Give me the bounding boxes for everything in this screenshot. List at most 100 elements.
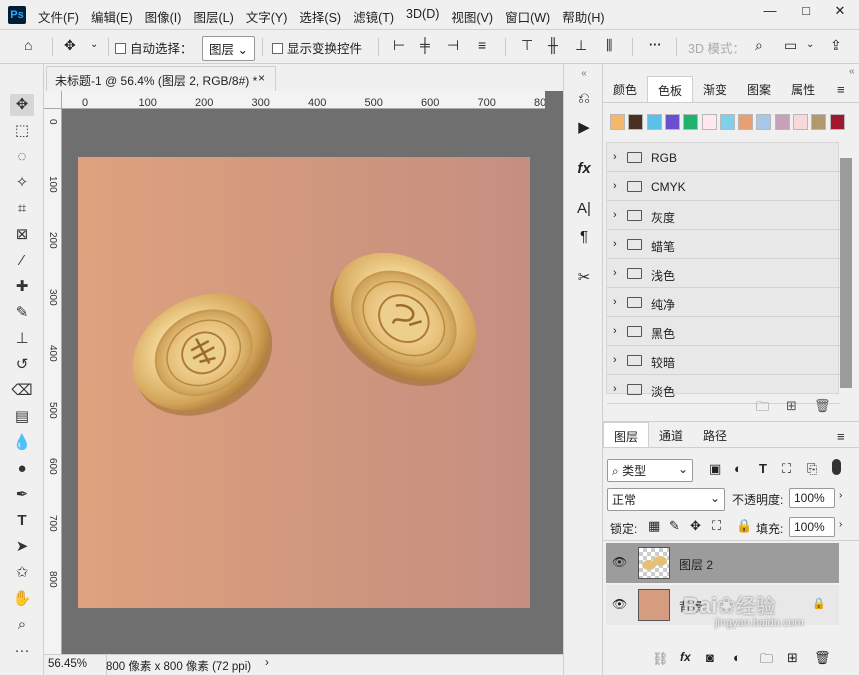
chevron-down-icon[interactable]: ⌄ (90, 39, 98, 50)
share-icon[interactable]: ⇪ (830, 38, 842, 52)
chevron-right-icon[interactable]: › (839, 490, 842, 501)
more-options-button[interactable]: ··· (649, 38, 662, 52)
history-panel-icon[interactable]: ⎌ (572, 90, 596, 107)
menu-item[interactable]: 图像(I) (145, 7, 182, 26)
collapse-panel-icon[interactable]: « (572, 68, 596, 79)
distribute-vertical-icon[interactable]: ⫼ (606, 38, 612, 52)
menu-item[interactable]: 3D(D) (406, 7, 439, 26)
color-swatch[interactable] (646, 114, 662, 130)
frame-tool-icon[interactable]: ⊠ (10, 224, 34, 246)
chevron-right-icon[interactable]: › (613, 151, 617, 163)
opacity-field[interactable]: 100% (789, 488, 835, 508)
menu-item[interactable]: 编辑(E) (91, 7, 133, 26)
minimize-button[interactable]: — (753, 0, 787, 22)
panel-menu-icon[interactable]: ≡ (837, 82, 845, 97)
menu-item[interactable]: 窗口(W) (505, 7, 550, 26)
zoom-tool-icon[interactable]: ⌕ (10, 614, 34, 636)
filter-pixel-icon[interactable]: ▣ (709, 461, 721, 477)
checkbox-icon[interactable] (272, 43, 283, 54)
layers-menu-icon[interactable]: ≡ (837, 429, 845, 444)
link-layers-icon[interactable]: ⛓ (652, 651, 669, 667)
menu-item[interactable]: 视图(V) (451, 7, 493, 26)
new-group-icon[interactable]: 🗀 (760, 650, 773, 672)
swatch-group-row[interactable]: › 黑色 (607, 317, 840, 346)
workspace-icon[interactable]: ▭ (784, 38, 797, 52)
layer-style-fx-icon[interactable]: fx (680, 650, 691, 664)
color-swatch[interactable] (628, 114, 644, 130)
add-mask-icon[interactable]: ◙ (706, 650, 714, 665)
gradient-tool-icon[interactable]: ▤ (10, 406, 34, 428)
shape-tool-icon[interactable]: ✩ (10, 562, 34, 584)
panel-tab[interactable]: 路径 (693, 422, 737, 447)
new-swatch-icon[interactable]: ⊞ (786, 398, 797, 414)
new-group-folder-icon[interactable]: 🗀 (756, 398, 769, 420)
blur-tool-icon[interactable]: 💧 (10, 432, 34, 454)
document-tab[interactable]: 未标题-1 @ 56.4% (图层 2, RGB/8#) * (46, 66, 276, 91)
styles-fx-icon[interactable]: fx (572, 160, 596, 177)
search-icon[interactable]: ⌕ (755, 38, 763, 52)
checkbox-icon[interactable] (115, 43, 126, 54)
chevron-right-icon[interactable]: › (613, 209, 617, 221)
layer-row-layer2[interactable]: 👁 图层 2 (606, 543, 839, 583)
color-swatch[interactable] (811, 114, 827, 130)
chevron-right-icon[interactable]: › (613, 180, 617, 192)
lock-artboard-icon[interactable]: ⛶ (712, 518, 721, 534)
color-swatch[interactable] (664, 114, 680, 130)
document-canvas[interactable] (78, 157, 530, 608)
color-swatch[interactable] (793, 114, 808, 130)
chevron-right-icon[interactable]: › (613, 238, 617, 250)
blend-mode-dropdown[interactable]: 正常 ⌄ (607, 488, 725, 511)
color-swatch[interactable] (683, 114, 699, 130)
menu-item[interactable]: 文字(Y) (246, 7, 288, 26)
actions-play-icon[interactable]: ▶ (572, 118, 596, 136)
tool-presets-icon[interactable]: ✂ (572, 268, 596, 286)
chevron-right-icon[interactable]: › (613, 325, 617, 337)
delete-swatch-icon[interactable]: 🗑 (814, 398, 831, 414)
brush-tool-icon[interactable]: ✎ (10, 302, 34, 324)
delete-layer-icon[interactable]: 🗑 (814, 650, 831, 666)
menu-item[interactable]: 选择(S) (299, 7, 341, 26)
align-hcenter-icon[interactable]: ╪ (420, 38, 430, 52)
panel-tab[interactable]: 图案 (737, 76, 781, 102)
swatch-scrollbar[interactable] (840, 158, 852, 388)
filter-toggle[interactable] (832, 459, 841, 475)
chevron-right-icon[interactable]: › (613, 383, 617, 395)
color-swatch[interactable] (701, 114, 717, 130)
panel-tab[interactable]: 颜色 (603, 76, 647, 102)
filter-shape-icon[interactable]: ⛶ (782, 461, 791, 477)
move-tool-icon[interactable]: ✥ (10, 94, 34, 116)
chevron-right-icon[interactable]: › (613, 267, 617, 279)
clone-stamp-icon[interactable]: ⊥ (10, 328, 34, 350)
swatch-group-row[interactable]: › 蜡笔 (607, 230, 840, 259)
menu-item[interactable]: 滤镜(T) (353, 7, 394, 26)
panel-tab[interactable]: 通道 (649, 422, 693, 447)
maximize-button[interactable]: □ (789, 0, 823, 22)
swatch-group-row[interactable]: › 浅色 (607, 259, 840, 288)
lock-pixels-icon[interactable]: ✎ (669, 518, 680, 534)
more-tools-icon[interactable]: ··· (10, 640, 34, 662)
swatch-group-row[interactable]: › CMYK (607, 172, 840, 201)
filter-type-icon[interactable]: T (759, 461, 767, 476)
align-left-icon[interactable]: ⊢ (393, 38, 405, 52)
lasso-tool-icon[interactable]: ◌ (10, 146, 34, 168)
panel-tab[interactable]: 属性 (781, 76, 825, 102)
auto-select-checkbox[interactable]: 自动选择： (115, 38, 193, 57)
align-top-icon[interactable]: ⊤ (521, 38, 533, 52)
color-swatch[interactable] (719, 114, 735, 130)
swatch-group-row[interactable]: › 灰度 (607, 201, 840, 230)
menu-item[interactable]: 图层(L) (193, 7, 233, 26)
close-button[interactable]: ✕ (823, 0, 857, 22)
panel-tab[interactable]: 色板 (647, 76, 694, 102)
menu-item[interactable]: 文件(F) (38, 7, 79, 26)
filter-smart-icon[interactable]: ⎘ (807, 461, 817, 477)
color-swatch[interactable] (738, 114, 754, 130)
character-panel-icon[interactable]: A| (572, 200, 596, 217)
crop-tool-icon[interactable]: ⌗ (10, 198, 34, 220)
auto-select-target-dropdown[interactable]: 图层 ⌄ (202, 36, 255, 61)
menu-item[interactable]: 帮助(H) (562, 7, 604, 26)
layer-name[interactable]: 图层 2 (679, 556, 713, 573)
visibility-eye-icon[interactable]: 👁 (612, 555, 627, 569)
home-icon[interactable]: ⌂ (24, 38, 32, 52)
lock-position-icon[interactable]: ✥ (690, 518, 701, 534)
align-vcenter-icon[interactable]: ╫ (548, 38, 558, 52)
